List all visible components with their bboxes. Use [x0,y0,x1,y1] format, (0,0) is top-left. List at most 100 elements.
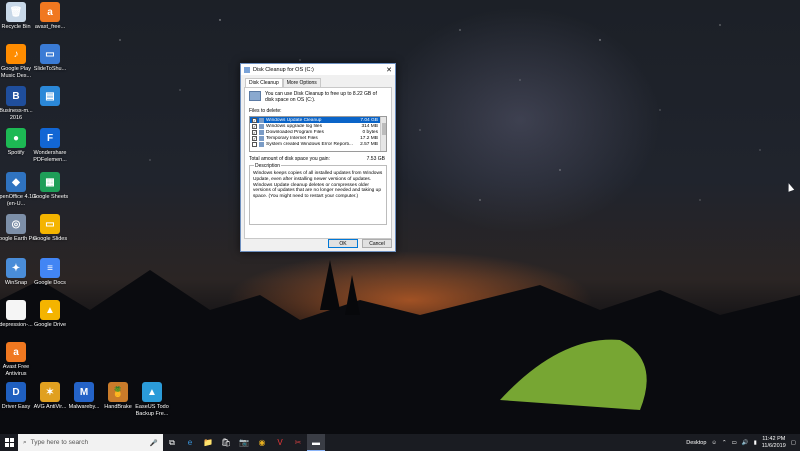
file-name: Downloaded Program Files [266,129,324,135]
file-row[interactable]: ✓ Windows upgrade log files 314 MB [250,123,386,129]
file-row[interactable]: System created Windows Error Reporti... 2… [250,141,386,147]
total-label: Total amount of disk space you gain: [249,156,330,162]
network-icon[interactable]: ▭ [732,440,737,446]
desktop-icon-google-drive[interactable]: ▲ Google Drive [28,300,72,342]
file-type-icon [259,141,264,147]
desktop-icon-shortcut-blue[interactable]: ▤ [28,86,72,128]
people-icon[interactable]: ☺ [711,440,717,446]
desktop-icon-wondershare-pdfelement[interactable]: F Wondershare PDFelemen... [28,128,72,170]
dialog-titlebar[interactable]: Disk Cleanup for OS (C:) ✕ [241,64,395,75]
google-play-music-icon: ♪ [6,44,26,64]
file-row[interactable]: ✓ Temporary Internet Files 17.2 MB [250,135,386,141]
microphone-icon[interactable]: 🎤 [150,439,158,447]
spotify-icon: ● [6,128,26,148]
google-drive-icon: ▲ [40,300,60,320]
description-title: Description [254,163,282,169]
file-type-icon [259,135,264,141]
drive-cleanup-icon [249,91,261,101]
taskbar-edge-icon[interactable]: e [181,434,199,451]
taskbar-camera-app-icon[interactable]: 📷 [235,434,253,451]
openoffice-icon: ◆ [6,172,26,192]
system-tray: Desktop ☺ ⌃ ▭ 🔊 ▮ 11:42 PM 11/6/2019 ▢ [686,436,800,449]
desktop-icon-label: Google Docs [34,280,66,286]
clock[interactable]: 11:42 PM 11/6/2019 [762,436,786,449]
disk-cleanup-icon [244,66,250,73]
desktop-icon-easeus-todo-backup[interactable]: ▲ EaseUS Todo Backup Fre... [130,382,174,424]
clock-time: 11:42 PM [762,436,786,442]
ok-button[interactable]: OK [328,239,358,248]
description-text: Windows keeps copies of all installed up… [253,171,383,200]
slidetoshutdown-icon: ▭ [40,44,60,64]
volume-icon[interactable]: 🔊 [742,440,749,446]
desktop-icon-label: SlideToShu... [33,66,67,72]
close-icon[interactable]: ✕ [383,66,395,74]
desktop-icon-google-docs[interactable]: ≡ Google Docs [28,258,72,300]
taskbar-chrome-icon[interactable]: ◉ [253,434,271,451]
files-scrollbar[interactable] [380,117,386,151]
google-sheets-icon: ▦ [40,172,60,192]
taskbar-store-icon[interactable]: 🛍 [217,434,235,451]
description-group: Description Windows keeps copies of all … [249,163,387,225]
google-docs-icon: ≡ [40,258,60,278]
mouse-cursor [785,182,795,192]
desktop-icon-label: EaseUS Todo Backup Fre... [135,404,169,417]
desktop-icon-label: Google Slides [32,236,68,242]
file-name: System created Windows Error Reporti... [266,141,353,147]
files-list[interactable]: ✓ Windows Update Cleanup 7.04 GB ✓ Windows u… [249,116,387,152]
depression-file-icon [6,300,26,320]
taskbar-app-red-icon[interactable]: ✂ [289,434,307,451]
file-row[interactable]: ✓ Downloaded Program Files 0 bytes [250,129,386,135]
battery-icon[interactable]: ▮ [754,440,757,446]
search-placeholder: Type here to search [30,439,89,446]
cancel-button[interactable]: Cancel [362,239,392,248]
file-checkbox[interactable]: ✓ [252,123,257,129]
file-name: Temporary Internet Files [266,135,318,141]
dialog-tabs: Disk Cleanup More Options [241,75,395,87]
files-to-delete-label: Files to delete: [249,108,282,114]
taskbar-search[interactable]: ⌕ Type here to search 🎤 [18,434,163,451]
desktop-icon-google-slides[interactable]: ▭ Google Slides [28,214,72,256]
clock-date: 11/6/2019 [761,442,786,449]
dialog-title: Disk Cleanup for OS (C:) [253,66,314,73]
easeus-todo-backup-icon: ▲ [142,382,162,402]
desktop-icon-avast-free-antivirus[interactable]: a Avast Free Antivirus [0,342,38,384]
search-icon: ⌕ [23,438,27,446]
recycle-bin-icon: 🗑 [6,2,26,22]
start-button[interactable] [0,434,18,451]
desktop-icon-avast-free[interactable]: a avast_free... [28,2,72,44]
business-2016-icon: B [6,86,26,106]
file-type-icon [259,129,264,135]
desktop-icon-label: Google Sheets [31,194,69,200]
desktop-icon-google-sheets[interactable]: ▦ Google Sheets [28,172,72,214]
avast-free-icon: a [40,2,60,22]
file-checkbox[interactable]: ✓ [252,117,257,123]
scrollbar-thumb[interactable] [382,123,386,135]
file-checkbox[interactable]: ✓ [252,135,257,141]
taskbar-apps: ⧉ e 📁 🛍 📷 ◉ V ✂ ▬ [163,434,325,451]
tab-disk-cleanup[interactable]: Disk Cleanup [245,78,283,87]
tray-chevron-icon[interactable]: ⌃ [722,440,727,446]
intro-text: You can use Disk Cleanup to free up to 8… [265,91,377,103]
desktop-icon-label: avast_free... [34,24,66,30]
wondershare-pdfelement-icon: F [40,128,60,148]
disk-cleanup-dialog: Disk Cleanup for OS (C:) ✕ Disk Cleanup … [240,63,396,252]
desktop-icon-slidetoshutdown[interactable]: ▭ SlideToShu... [28,44,72,86]
google-earth-pro-icon: ◎ [6,214,26,234]
taskbar-disk-cleanup-icon[interactable]: ▬ [307,434,325,451]
notifications-icon[interactable]: ▢ [791,440,796,446]
taskbar-task-view-icon[interactable]: ⧉ [163,434,181,451]
file-name: Windows upgrade log files [266,123,322,129]
desktop-icon-label: Google Drive [33,322,67,328]
file-name: Windows Update Cleanup [266,117,322,123]
taskbar-file-explorer-icon[interactable]: 📁 [199,434,217,451]
disk-cleanup-panel: You can use Disk Cleanup to free up to 8… [244,87,392,239]
winsnap-icon: ✦ [6,258,26,278]
avast-free-antivirus-icon: a [6,342,26,362]
tab-more-options[interactable]: More Options [282,78,321,87]
file-row[interactable]: ✓ Windows Update Cleanup 7.04 GB [250,117,386,123]
desktop-toolbar-label[interactable]: Desktop [686,440,706,446]
file-checkbox[interactable] [252,141,257,147]
file-checkbox[interactable]: ✓ [252,129,257,135]
file-type-icon [259,117,264,123]
taskbar-vivaldi-icon[interactable]: V [271,434,289,451]
